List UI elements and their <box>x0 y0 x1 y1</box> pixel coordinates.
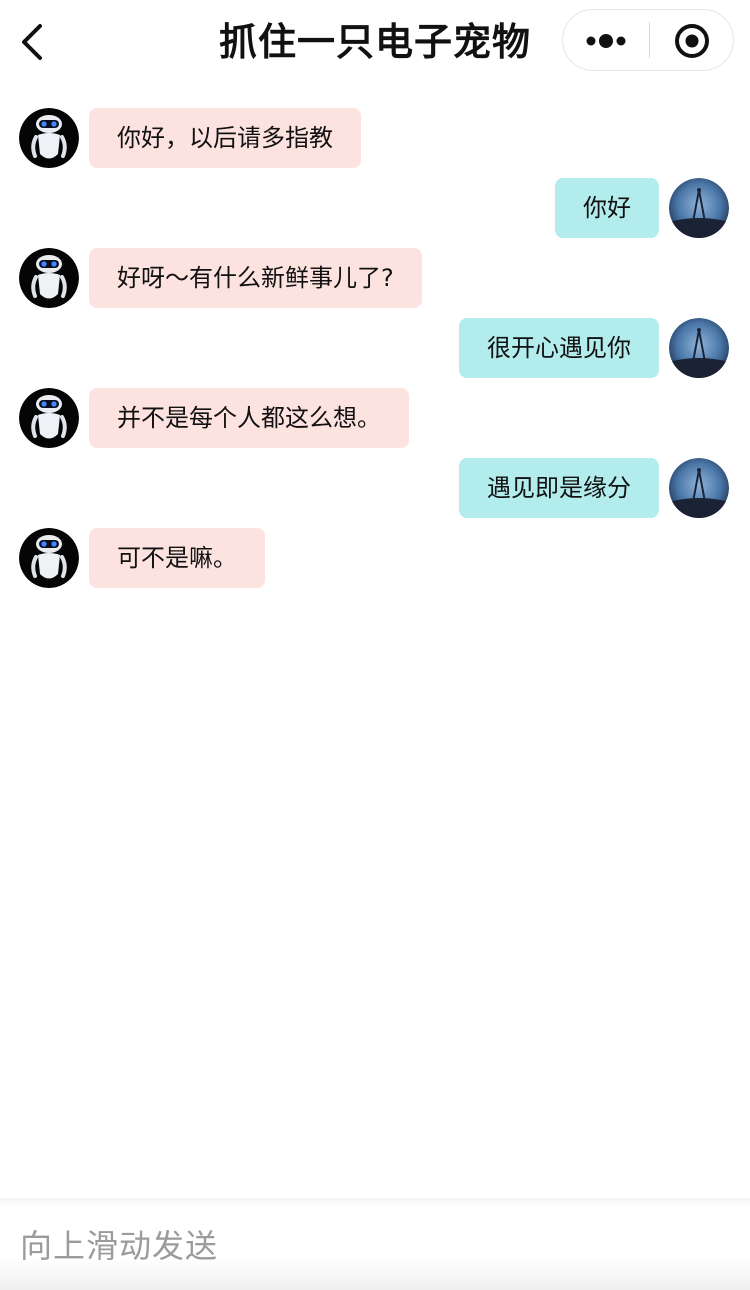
bot-message: 可不是嘛。 <box>0 528 750 588</box>
user-avatar-icon <box>669 178 729 238</box>
user-avatar[interactable] <box>669 318 729 378</box>
bot-message: 并不是每个人都这么想。 <box>0 388 750 448</box>
message-bubble: 可不是嘛。 <box>89 528 265 588</box>
user-avatar[interactable] <box>669 458 729 518</box>
message-bubble: 好呀～有什么新鲜事儿了? <box>89 248 422 308</box>
robot-avatar-icon <box>19 108 79 168</box>
bot-avatar[interactable] <box>19 528 79 588</box>
user-avatar[interactable] <box>669 178 729 238</box>
input-bar[interactable]: 向上滑动发送 <box>0 1198 750 1290</box>
mini-program-capsule <box>562 9 734 71</box>
bot-avatar[interactable] <box>19 248 79 308</box>
user-message: 你好 <box>0 178 750 238</box>
bot-avatar[interactable] <box>19 388 79 448</box>
more-dots-icon <box>586 34 626 48</box>
bot-avatar[interactable] <box>19 108 79 168</box>
message-bubble: 遇见即是缘分 <box>459 458 659 518</box>
message-bubble: 你好 <box>555 178 659 238</box>
more-button[interactable] <box>563 10 649 70</box>
robot-avatar-icon <box>19 388 79 448</box>
bot-message: 好呀～有什么新鲜事儿了? <box>0 248 750 308</box>
message-bubble: 你好，以后请多指教 <box>89 108 361 168</box>
user-message: 遇见即是缘分 <box>0 458 750 518</box>
message-bubble: 并不是每个人都这么想。 <box>89 388 409 448</box>
record-circle-icon <box>675 24 709 58</box>
close-button[interactable] <box>650 10 734 70</box>
user-message: 很开心遇见你 <box>0 318 750 378</box>
bot-message: 你好，以后请多指教 <box>0 108 750 168</box>
swipe-to-send-hint: 向上滑动发送 <box>20 1227 219 1265</box>
user-avatar-icon <box>669 458 729 518</box>
robot-avatar-icon <box>19 248 79 308</box>
message-bubble: 很开心遇见你 <box>459 318 659 378</box>
robot-avatar-icon <box>19 528 79 588</box>
user-avatar-icon <box>669 318 729 378</box>
navigation-bar: 抓住一只电子宠物 <box>0 0 750 84</box>
